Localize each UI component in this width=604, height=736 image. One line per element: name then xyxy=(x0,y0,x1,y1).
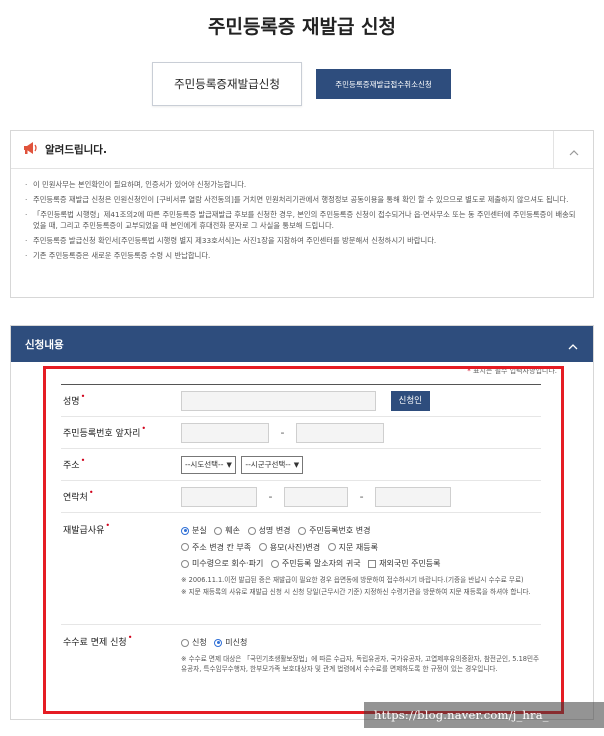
notice-item: 주민등록증 발급신청 확인서[주민등록법 시행령 별지 제33호서식]는 사진1… xyxy=(25,235,579,246)
notice-item: 이 민원사무는 본인확인이 필요하며, 인증서가 있어야 신청가능합니다. xyxy=(25,179,579,190)
notice-collapse-button[interactable] xyxy=(553,131,593,169)
megaphone-icon xyxy=(23,140,39,159)
chevron-up-icon xyxy=(568,335,578,354)
blog-watermark: https://blog.naver.com/j_hra_ xyxy=(364,702,604,728)
notice-header: 알려드립니다. xyxy=(11,131,593,169)
section-title: 신청내용 xyxy=(25,338,64,351)
notice-item: 「주민등록법 시행령」제41조의2에 따른 주민등록증 발급재발급 후보를 신청… xyxy=(25,209,579,231)
notice-list: 이 민원사무는 본인확인이 필요하며, 인증서가 있어야 신청가능합니다. 주민… xyxy=(11,169,593,261)
notice-panel: 알려드립니다. 이 민원사무는 본인확인이 필요하며, 인증서가 있어야 신청가… xyxy=(10,130,594,298)
tab-reissue-cancel[interactable]: 주민등록증재발급접수취소신청 xyxy=(316,69,451,99)
highlight-box xyxy=(43,366,564,714)
section-collapse-button[interactable] xyxy=(553,326,593,362)
tab-bar: 주민등록증재발급신청 주민등록증재발급접수취소신청 xyxy=(152,62,451,106)
notice-item: 주민등록증 재발급 신청은 민원신청인이 [구비서류 열람 사전동의]를 거치면… xyxy=(25,194,579,205)
notice-title: 알려드립니다. xyxy=(45,144,107,156)
chevron-up-icon xyxy=(569,141,579,160)
tab-reissue-application[interactable]: 주민등록증재발급신청 xyxy=(152,62,302,106)
page-title: 주민등록증 재발급 신청 xyxy=(207,16,397,38)
section-header: 신청내용 xyxy=(11,326,593,362)
notice-item: 기존 주민등록증은 새로운 주민등록증 수령 시 반납합니다. xyxy=(25,250,579,261)
